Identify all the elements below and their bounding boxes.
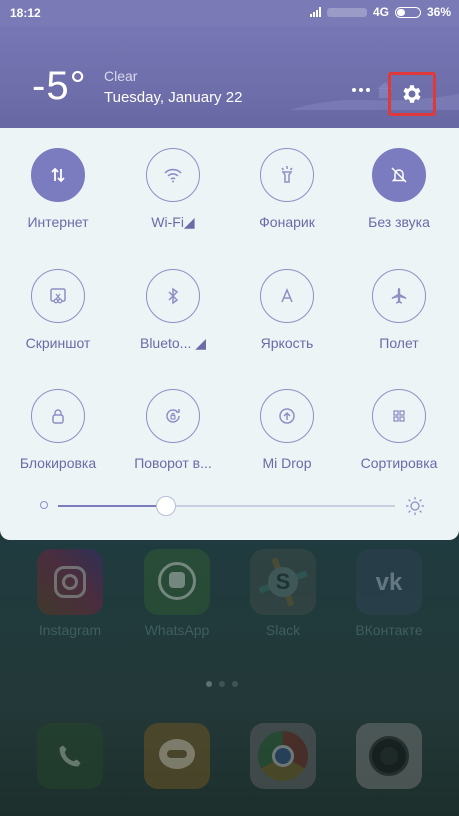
settings-button[interactable] bbox=[388, 72, 436, 116]
toggle-circle[interactable] bbox=[372, 269, 426, 323]
toggle-circle[interactable] bbox=[31, 148, 85, 202]
status-time: 18:12 bbox=[10, 6, 41, 20]
more-dots-icon[interactable] bbox=[352, 82, 376, 98]
app-label: ВКонтакте bbox=[355, 622, 423, 638]
notification-header: -5° Clear Tuesday, January 22 bbox=[0, 26, 459, 128]
sort-grid-icon bbox=[393, 410, 405, 422]
toggle-circle[interactable] bbox=[372, 389, 426, 443]
toggle-airplane[interactable]: Полет bbox=[344, 269, 454, 351]
toggle-circle[interactable] bbox=[372, 148, 426, 202]
temperature: -5° bbox=[32, 64, 87, 108]
toggle-label: Яркость bbox=[260, 335, 314, 351]
toggle-circle[interactable] bbox=[146, 269, 200, 323]
home-screen-dimmed: Instagram WhatsApp S Slack vk ВКонтакте bbox=[0, 540, 459, 816]
app-whatsapp[interactable]: WhatsApp bbox=[132, 549, 222, 638]
toggle-lock[interactable]: Блокировка bbox=[3, 389, 113, 471]
toggle-label: Mi Drop bbox=[262, 455, 312, 471]
battery-percent: 36% bbox=[426, 5, 451, 19]
toggle-mi-drop[interactable]: Mi Drop bbox=[232, 389, 342, 471]
app-instagram[interactable]: Instagram bbox=[25, 549, 115, 638]
app-label: WhatsApp bbox=[144, 622, 210, 638]
brightness-high-icon bbox=[406, 497, 424, 515]
vk-icon: vk bbox=[356, 549, 422, 615]
messaging-icon bbox=[144, 723, 210, 789]
toggle-wifi[interactable]: Wi-Fi◢ bbox=[118, 148, 228, 231]
toggle-rotation-lock[interactable]: Поворот в... bbox=[118, 389, 228, 471]
rotation-lock-icon bbox=[166, 409, 180, 423]
status-bar: 18:12 4G 36% bbox=[0, 0, 459, 26]
mobile-data-icon bbox=[51, 167, 65, 183]
app-chrome[interactable] bbox=[238, 723, 328, 789]
bell-off-icon bbox=[391, 167, 407, 183]
airplane-icon bbox=[391, 288, 407, 304]
toggle-circle[interactable] bbox=[146, 389, 200, 443]
toggle-circle[interactable] bbox=[146, 148, 200, 202]
slack-icon: S bbox=[250, 549, 316, 615]
app-camera[interactable] bbox=[344, 723, 434, 789]
toggle-label: Без звука bbox=[368, 214, 430, 230]
screenshot-scissors-icon bbox=[50, 288, 66, 304]
toggle-bell-off[interactable]: Без звука bbox=[344, 148, 454, 230]
toggle-label: Поворот в... bbox=[134, 455, 212, 471]
toggle-flashlight[interactable]: Фонарик bbox=[232, 148, 342, 230]
lock-icon bbox=[52, 409, 64, 424]
app-vk[interactable]: vk ВКонтакте bbox=[344, 549, 434, 638]
toggle-label: Blueto... ◢ bbox=[139, 335, 207, 351]
whatsapp-icon bbox=[144, 549, 210, 615]
chrome-icon bbox=[250, 723, 316, 789]
instagram-icon bbox=[37, 549, 103, 615]
toggle-bluetooth[interactable]: Blueto... ◢ bbox=[118, 269, 228, 352]
brightness-slider[interactable] bbox=[40, 496, 425, 516]
app-phone[interactable] bbox=[25, 723, 115, 789]
network-type: 4G bbox=[372, 5, 389, 19]
toggle-label: Интернет bbox=[27, 214, 89, 230]
flashlight-icon bbox=[281, 166, 293, 183]
toggle-brightness-a[interactable]: Яркость bbox=[232, 269, 342, 351]
app-messaging[interactable] bbox=[132, 723, 222, 789]
phone-icon bbox=[37, 723, 103, 789]
signal-icon bbox=[309, 7, 321, 17]
toggle-circle[interactable] bbox=[31, 389, 85, 443]
brightness-fill bbox=[58, 505, 166, 507]
brightness-thumb[interactable] bbox=[155, 496, 176, 516]
weather-condition: Clear bbox=[104, 68, 138, 84]
app-slack[interactable]: S Slack bbox=[238, 549, 328, 638]
carrier-blurred bbox=[326, 7, 367, 17]
mi-drop-icon bbox=[279, 408, 295, 424]
gear-icon bbox=[403, 85, 421, 103]
toggle-circle[interactable] bbox=[260, 269, 314, 323]
toggle-label: Сортировка bbox=[360, 455, 438, 471]
quick-settings-panel: Интернет Wi-Fi◢ Фонарик Без звука Скриншот Bl… bbox=[0, 128, 459, 540]
date-label: Tuesday, January 22 bbox=[104, 89, 243, 106]
app-label: Instagram bbox=[38, 622, 102, 638]
toggle-label: Полет bbox=[379, 335, 419, 351]
camera-icon bbox=[356, 723, 422, 789]
toggle-label: Wi-Fi◢ bbox=[151, 214, 195, 230]
bluetooth-icon bbox=[168, 287, 179, 305]
toggle-circle[interactable] bbox=[31, 269, 85, 323]
app-label: Slack bbox=[265, 622, 301, 638]
battery-icon bbox=[394, 6, 421, 18]
brightness-low-icon bbox=[40, 501, 48, 509]
toggle-label: Блокировка bbox=[19, 455, 97, 471]
toggle-circle[interactable] bbox=[260, 389, 314, 443]
toggle-mobile-data[interactable]: Интернет bbox=[3, 148, 113, 230]
toggle-label: Фонарик bbox=[259, 214, 315, 230]
wifi-icon bbox=[164, 168, 182, 183]
toggle-screenshot-scissors[interactable]: Скриншот bbox=[3, 269, 113, 351]
status-right: 4G 36% bbox=[309, 5, 451, 19]
toggle-sort-grid[interactable]: Сортировка bbox=[344, 389, 454, 471]
toggle-circle[interactable] bbox=[260, 148, 314, 202]
page-indicator bbox=[206, 681, 238, 687]
brightness-a-icon bbox=[281, 288, 293, 303]
toggle-label: Скриншот bbox=[25, 335, 91, 351]
